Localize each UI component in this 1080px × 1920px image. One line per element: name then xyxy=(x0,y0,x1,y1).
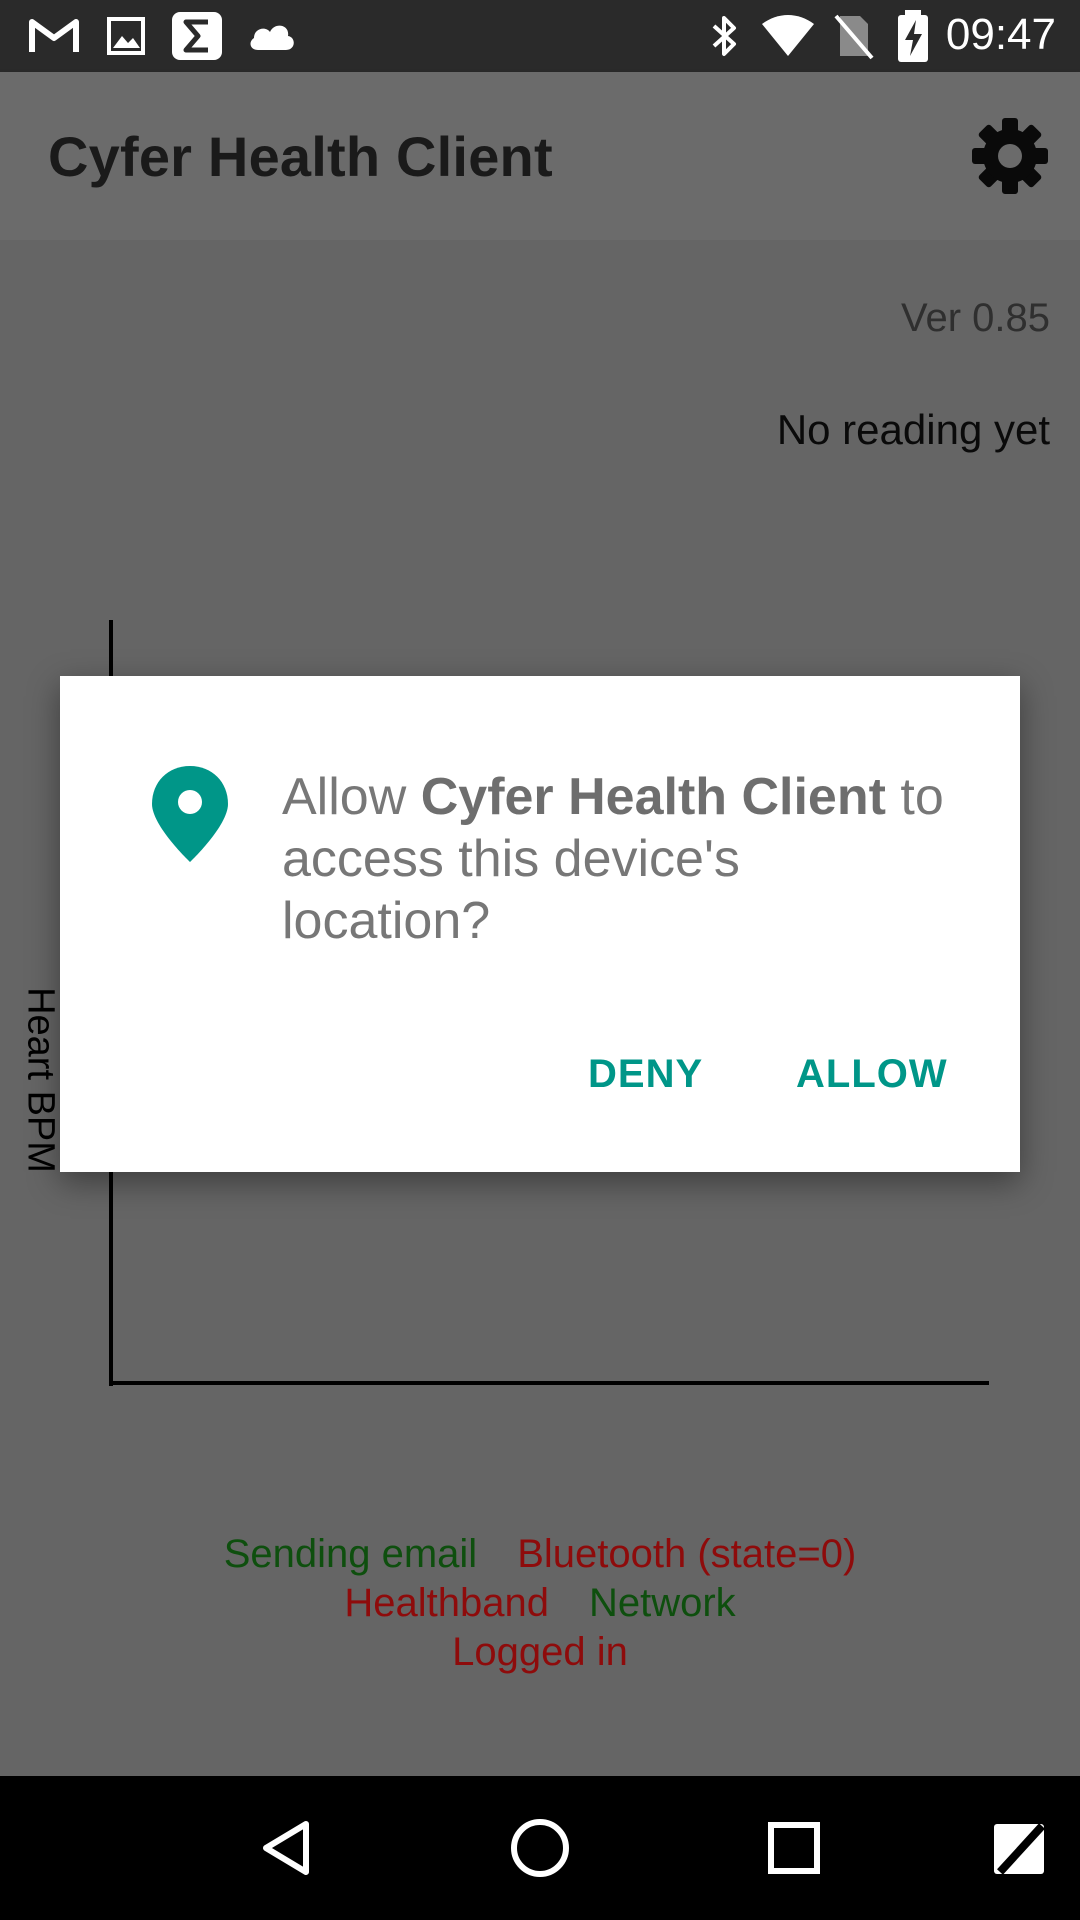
location-permission-dialog: Allow Cyfer Health Client to access this… xyxy=(60,676,1020,1172)
settings-button[interactable] xyxy=(970,116,1050,196)
status-healthband: Healthband xyxy=(344,1581,549,1625)
reading-status: No reading yet xyxy=(776,406,1050,453)
back-icon[interactable] xyxy=(254,1816,318,1880)
gallery-icon xyxy=(107,17,145,55)
status-time: 09:47 xyxy=(945,10,1056,59)
gmail-icon xyxy=(29,19,79,52)
battery-charging-icon xyxy=(898,10,928,62)
status-sending-email: Sending email xyxy=(223,1532,478,1576)
status-logged-in: Logged in xyxy=(452,1630,628,1674)
version-label: Ver 0.85 xyxy=(900,296,1050,340)
app-bar: Cyfer Health Client xyxy=(0,72,1080,240)
allow-button[interactable]: ALLOW xyxy=(796,1052,948,1097)
recents-icon[interactable] xyxy=(762,1816,826,1880)
graph-x-axis xyxy=(109,1381,989,1385)
graph-y-axis-label: Heart BPM xyxy=(19,987,62,1173)
status-bar: 09:47 xyxy=(0,0,1080,72)
connection-status-list: Sending email Bluetooth (state=0) Healthb… xyxy=(0,1530,1080,1677)
wifi-icon xyxy=(762,15,814,56)
dialog-message: Allow Cyfer Health Client to access this… xyxy=(282,766,962,952)
location-pin-icon xyxy=(152,766,228,862)
no-sim-icon xyxy=(834,14,874,60)
dialog-message-prefix: Allow xyxy=(282,768,421,826)
app-title: Cyfer Health Client xyxy=(48,125,553,188)
bluetooth-icon xyxy=(712,16,736,56)
home-icon[interactable] xyxy=(508,1816,572,1880)
cloud-icon xyxy=(250,25,294,50)
edit-icon[interactable] xyxy=(988,1816,1052,1880)
deny-button[interactable]: DENY xyxy=(588,1052,703,1097)
dialog-app-name: Cyfer Health Client xyxy=(420,768,886,826)
sigma-app-icon xyxy=(172,12,222,60)
status-network: Network xyxy=(588,1581,736,1625)
gear-icon xyxy=(972,118,1048,194)
navigation-bar xyxy=(0,1776,1080,1920)
status-bluetooth: Bluetooth (state=0) xyxy=(517,1532,857,1576)
